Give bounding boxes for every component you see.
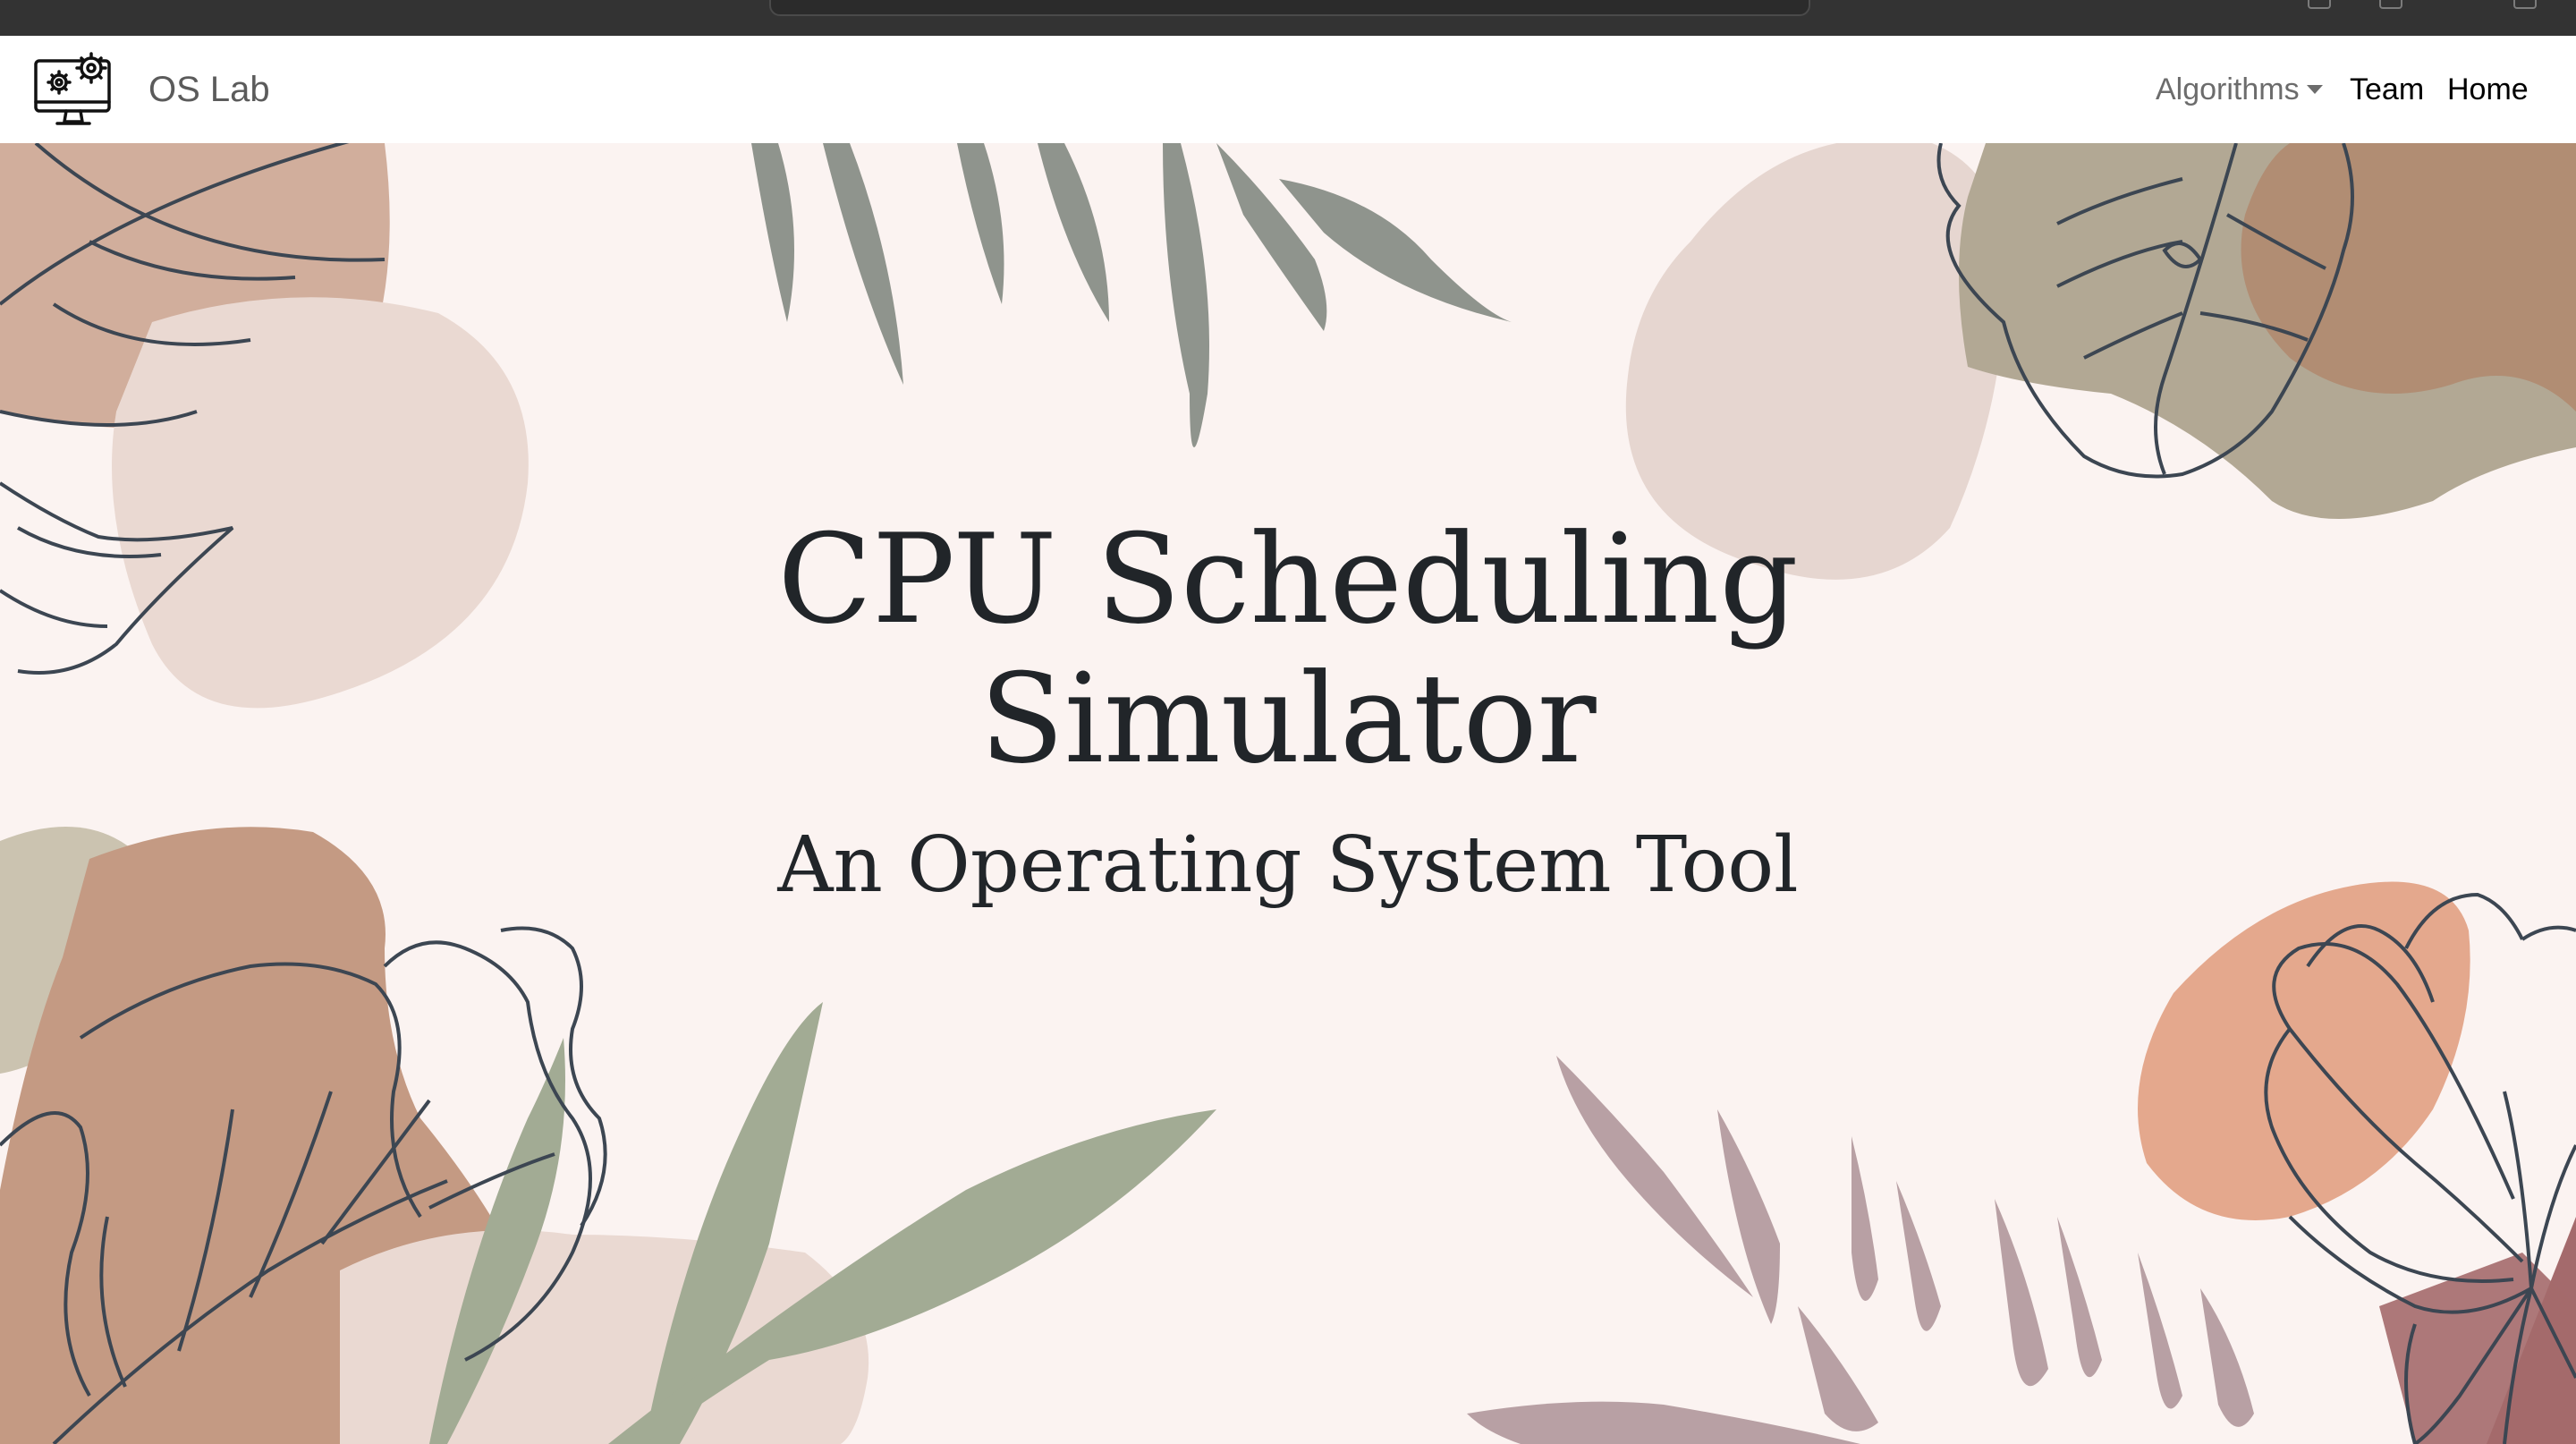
sidebar-icon[interactable] bbox=[2513, 0, 2537, 9]
botanical-background-illustration bbox=[0, 143, 2576, 1444]
tabs-icon[interactable] bbox=[2379, 0, 2402, 9]
hero-title-line-1: CPU Scheduling bbox=[777, 507, 1799, 651]
address-bar[interactable] bbox=[769, 0, 1810, 16]
brand-name[interactable]: OS Lab bbox=[148, 66, 270, 113]
computer-gears-icon[interactable] bbox=[32, 48, 116, 131]
hero-title: CPU Scheduling Simulator bbox=[0, 510, 2576, 789]
caret-down-icon bbox=[2306, 85, 2323, 94]
share-icon[interactable] bbox=[2308, 0, 2331, 9]
hero-section: CPU Scheduling Simulator An Operating Sy… bbox=[0, 143, 2576, 1444]
nav-algorithms-label: Algorithms bbox=[2156, 72, 2300, 106]
hero-title-line-2: Simulator bbox=[979, 647, 1597, 791]
nav-home-link[interactable]: Home bbox=[2447, 68, 2529, 111]
hero-subtitle: An Operating System Tool bbox=[777, 820, 1799, 910]
navbar: OS Lab Algorithms Team Home bbox=[0, 36, 2576, 143]
nav-team-link[interactable]: Team bbox=[2350, 68, 2424, 111]
nav-algorithms-dropdown[interactable]: Algorithms bbox=[2156, 68, 2323, 111]
browser-toolbar-strip bbox=[0, 0, 2576, 36]
